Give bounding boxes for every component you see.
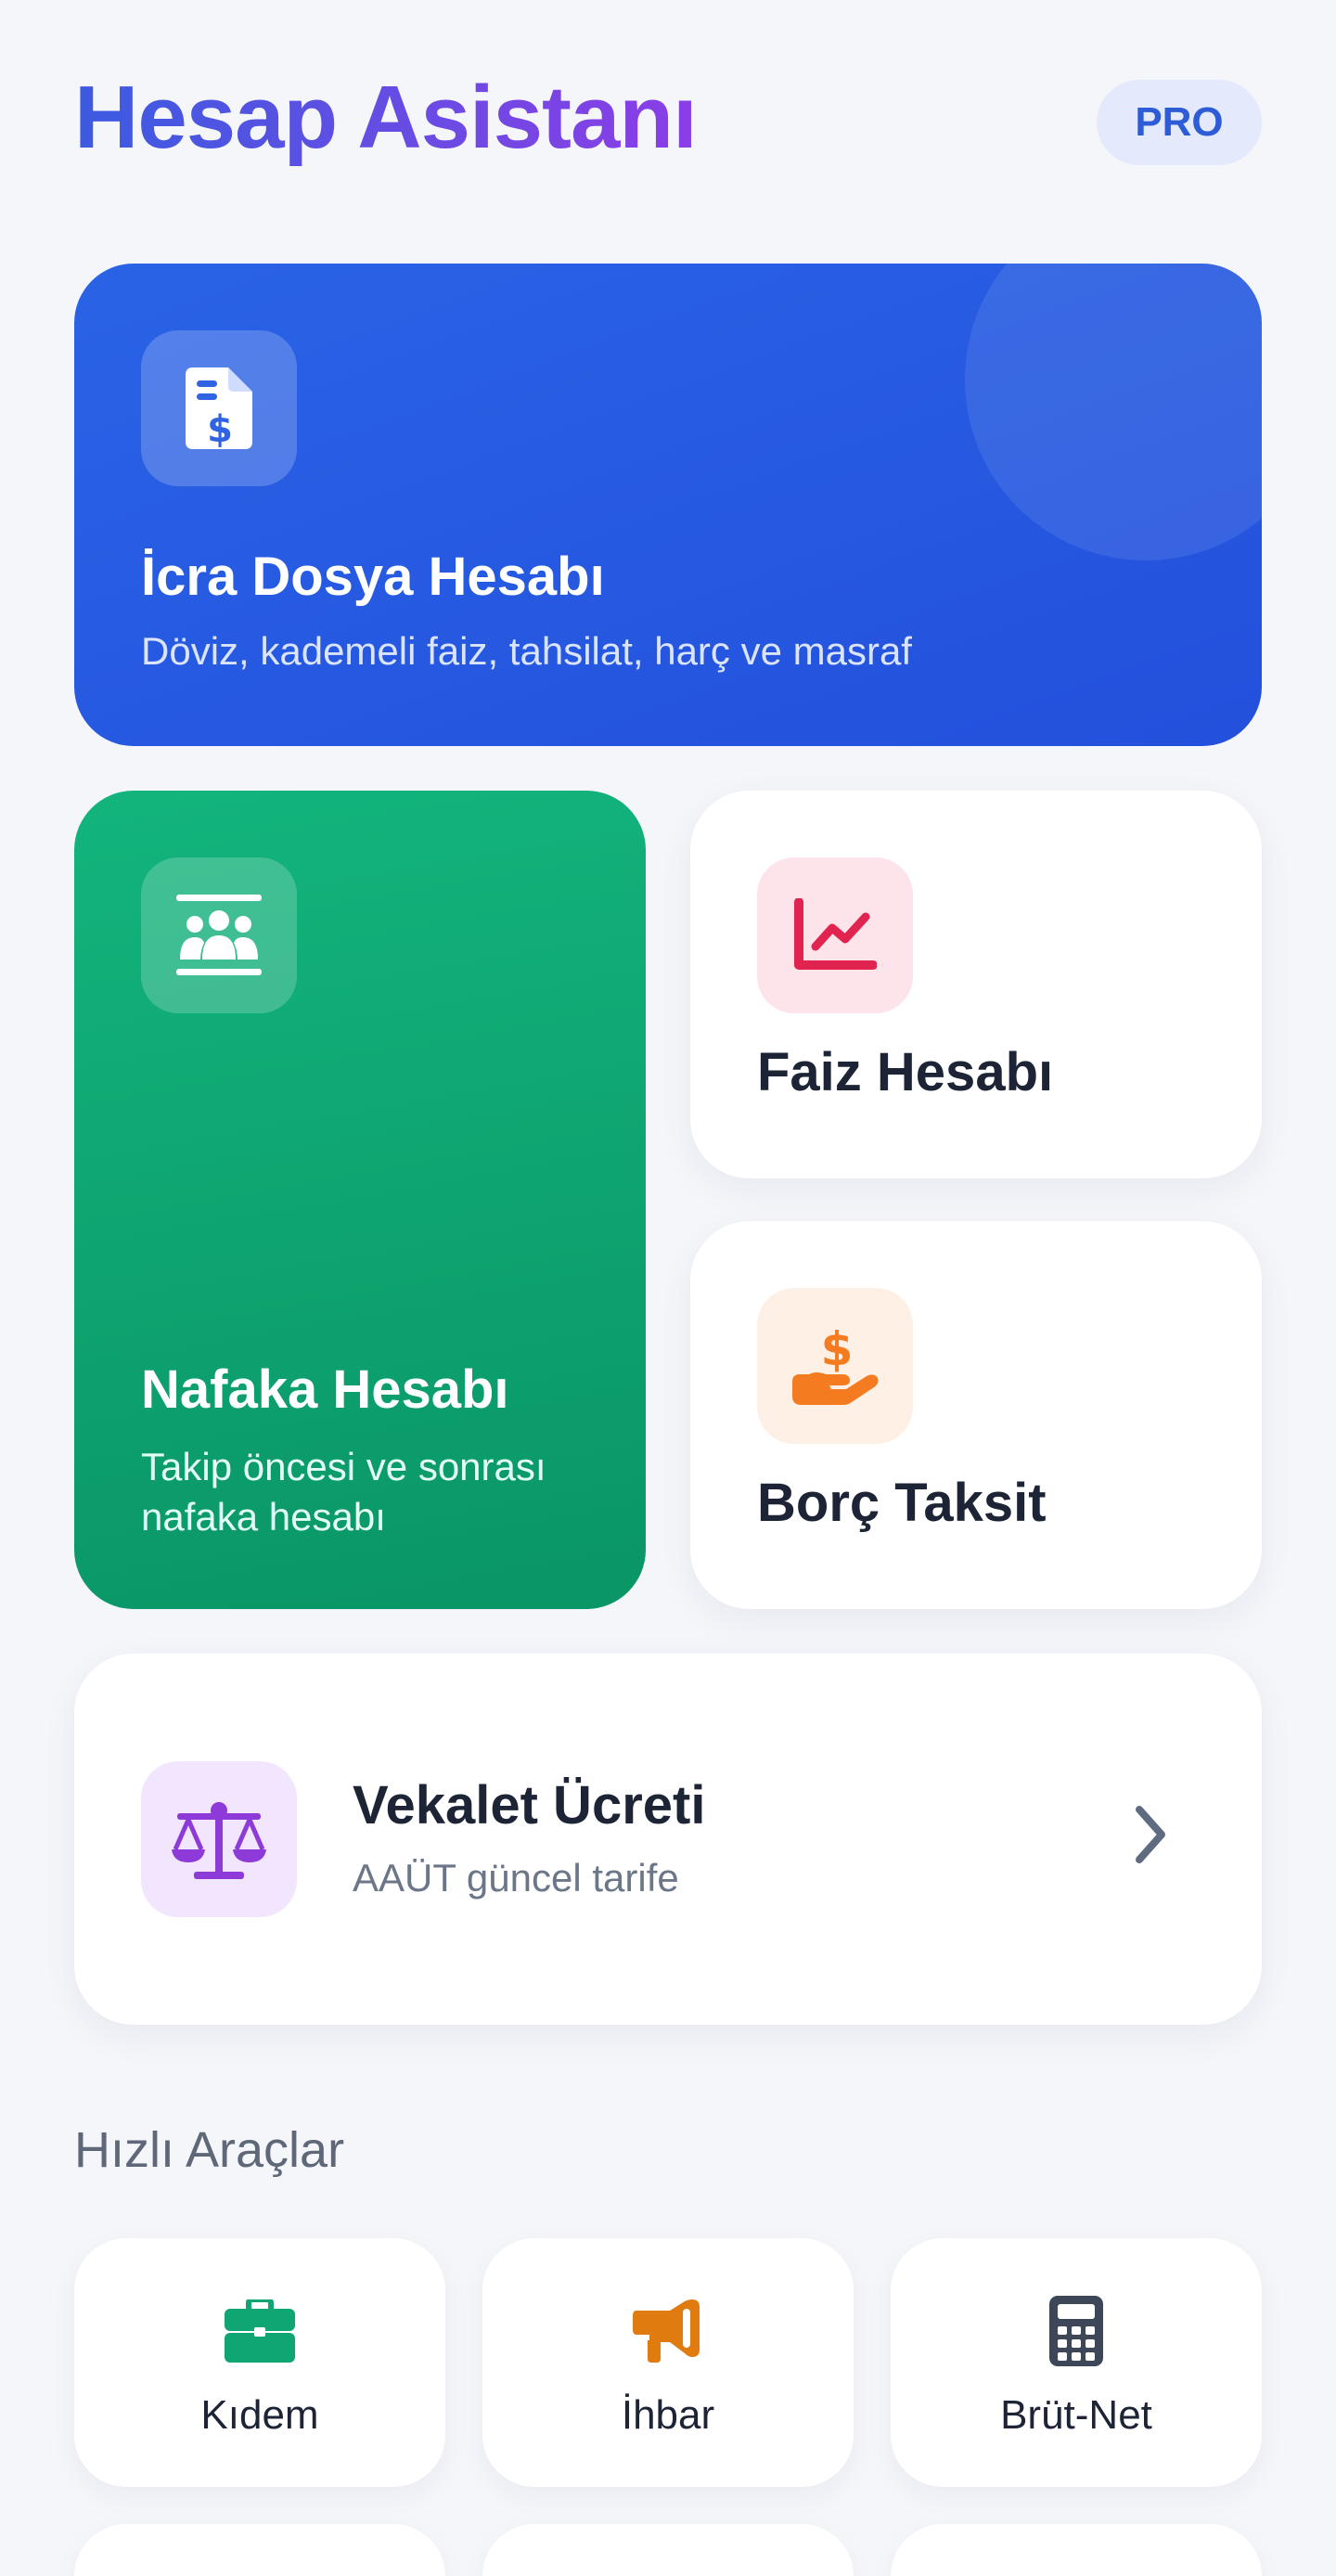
vekalet-ucreti-card[interactable]: Vekalet Ücreti AAÜT güncel tarife — [74, 1654, 1262, 2025]
tool-kidem[interactable]: Kıdem — [74, 2238, 445, 2487]
file-invoice-dollar-icon: $ — [141, 330, 297, 486]
chart-line-icon — [757, 857, 913, 1013]
tool-label: Brüt-Net — [1000, 2392, 1152, 2438]
chevron-right-icon — [1130, 1802, 1171, 1872]
nafaka-card[interactable]: Nafaka Hesabı Takip öncesi ve sonrası na… — [74, 791, 646, 1609]
nafaka-card-title: Nafaka Hesabı — [141, 1359, 509, 1420]
briefcase-icon — [74, 2294, 445, 2368]
bullhorn-icon — [482, 2294, 854, 2368]
borc-card-title: Borç Taksit — [757, 1473, 1047, 1533]
decorative-circle — [965, 264, 1262, 560]
vekalet-card-title: Vekalet Ücreti — [353, 1775, 706, 1835]
faiz-card-title: Faiz Hesabı — [757, 1042, 1054, 1102]
pro-badge[interactable]: PRO — [1097, 80, 1262, 165]
svg-text:$: $ — [207, 408, 233, 449]
tool-card-partial[interactable] — [891, 2524, 1262, 2576]
borc-taksit-card[interactable]: $ Borç Taksit — [690, 1221, 1262, 1609]
vekalet-card-subtitle: AAÜT güncel tarife — [353, 1856, 679, 1900]
tool-brut-net[interactable]: Brüt-Net — [891, 2238, 1262, 2487]
svg-text:$: $ — [821, 1324, 854, 1376]
icra-dosya-card[interactable]: $ İcra Dosya Hesabı Döviz, kademeli faiz… — [74, 264, 1262, 746]
faiz-card[interactable]: Faiz Hesabı — [690, 791, 1262, 1179]
tool-card-partial[interactable] — [74, 2524, 445, 2576]
scale-balanced-icon — [141, 1761, 297, 1917]
section-title-quick-tools: Hızlı Araçlar — [74, 2122, 345, 2178]
people-group-icon — [141, 857, 297, 1013]
hand-holding-dollar-icon: $ — [757, 1288, 913, 1444]
nafaka-card-subtitle: Takip öncesi ve sonrası nafaka hesabı — [141, 1445, 546, 1539]
tool-label: İhbar — [621, 2392, 715, 2438]
tool-card-partial[interactable] — [482, 2524, 854, 2576]
app-title: Hesap Asistanı — [74, 68, 698, 167]
tool-ihbar[interactable]: İhbar — [482, 2238, 854, 2487]
icra-card-title: İcra Dosya Hesabı — [141, 547, 605, 607]
icra-card-subtitle: Döviz, kademeli faiz, tahsilat, harç ve … — [141, 629, 912, 673]
calculator-icon — [891, 2294, 1262, 2368]
tool-label: Kıdem — [200, 2392, 319, 2438]
